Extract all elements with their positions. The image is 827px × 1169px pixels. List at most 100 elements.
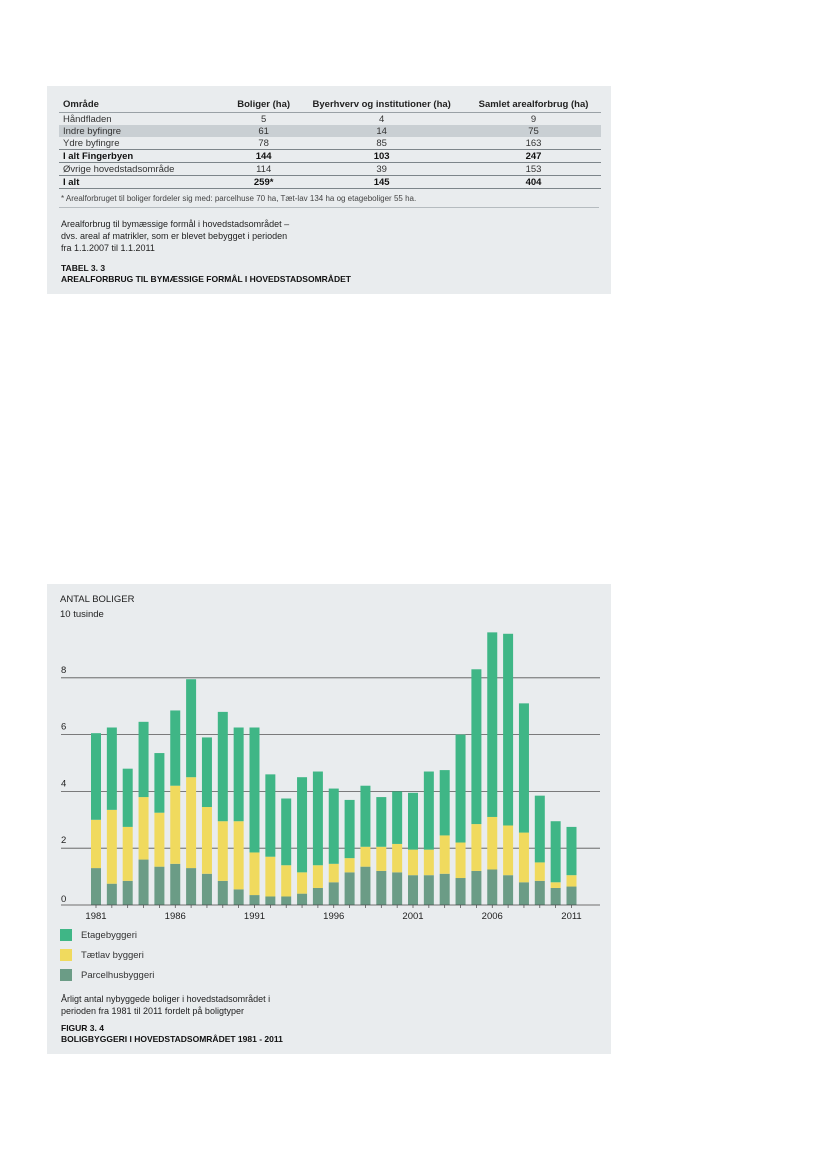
bar-segment bbox=[550, 821, 561, 883]
bar-segment bbox=[186, 679, 197, 778]
table-row: I alt 259* 145 404 bbox=[59, 175, 601, 189]
bar-segment bbox=[122, 826, 133, 881]
divider bbox=[59, 207, 599, 208]
legend-label: Parcelhusbyggeri bbox=[81, 969, 155, 981]
bar-chart: 0 2 4 6 8 1981 1986 1991 1996 2001 2006 2011 bbox=[61, 632, 600, 922]
bar-segment bbox=[312, 865, 323, 888]
bar-segment bbox=[423, 771, 434, 850]
bar-segment bbox=[328, 882, 339, 905]
bar-segment bbox=[297, 777, 308, 873]
bar-segment bbox=[376, 846, 387, 871]
y-tick-label: 4 bbox=[61, 778, 66, 789]
table-row: I alt Fingerbyen 144 103 247 bbox=[59, 149, 601, 163]
bar-segment bbox=[392, 791, 403, 844]
bar-segment bbox=[518, 882, 529, 905]
bar-segment bbox=[122, 768, 133, 827]
bar-segment bbox=[106, 727, 117, 810]
table-number: TABEL 3. 3 bbox=[61, 263, 106, 273]
bar-segment bbox=[392, 843, 403, 873]
table-cell: 5 bbox=[261, 113, 267, 125]
bar-segment bbox=[217, 711, 228, 822]
bar-segment bbox=[503, 875, 514, 905]
bar-segment bbox=[376, 870, 387, 905]
table-caption-line: dvs. areal af matrikler, som er blevet b… bbox=[61, 231, 288, 241]
bar-segment bbox=[265, 774, 276, 857]
table-cell: 247 bbox=[466, 149, 601, 163]
table-row: Indre byfingre 61 14 75 bbox=[59, 125, 601, 137]
table-cell: 145 bbox=[297, 175, 467, 189]
x-tick-label: 1981 bbox=[85, 911, 106, 922]
bar-segment bbox=[471, 870, 482, 905]
legend-item-taetlav: Tætlav byggeri bbox=[60, 948, 144, 962]
table-cell: 103 bbox=[297, 149, 467, 163]
y-tick-label: 2 bbox=[61, 835, 66, 846]
bar-segment bbox=[423, 849, 434, 876]
table-caption-line: fra 1.1.2007 til 1.1.2011 bbox=[61, 243, 155, 253]
legend-item-parcelhus: Parcelhusbyggeri bbox=[60, 968, 154, 982]
bar-segment bbox=[312, 887, 323, 905]
bar-segment bbox=[170, 710, 181, 786]
bar-segment bbox=[534, 862, 545, 881]
bar-segment bbox=[360, 866, 371, 905]
bar-segment bbox=[233, 727, 244, 822]
bar-segment bbox=[281, 896, 292, 905]
bar-segment bbox=[392, 872, 403, 905]
bar-segment bbox=[503, 633, 514, 826]
table-panel: Område Boliger (ha) Byerhverv og institu… bbox=[47, 86, 611, 294]
table-cell: 14 bbox=[297, 125, 467, 137]
bar-segment bbox=[344, 858, 355, 873]
bar-segment bbox=[201, 873, 212, 905]
bar-segment bbox=[265, 896, 276, 905]
x-tick-label: 2006 bbox=[482, 911, 503, 922]
table-cell: 85 bbox=[376, 137, 387, 149]
table-cell: 61 bbox=[230, 125, 298, 137]
table-cell: 259* bbox=[230, 175, 298, 189]
y-tick-label: 6 bbox=[61, 722, 66, 733]
bar-segment bbox=[233, 821, 244, 890]
table-cell: 163 bbox=[525, 137, 542, 149]
x-tick-label: 1996 bbox=[323, 911, 344, 922]
bar-segment bbox=[138, 797, 149, 860]
bar-segment bbox=[376, 797, 387, 847]
bar-segment bbox=[455, 734, 466, 843]
legend-item-etagebyggeri: Etagebyggeri bbox=[60, 928, 137, 942]
bar-segment bbox=[518, 832, 529, 883]
figure-title: BOLIGBYGGERI I HOVEDSTADSOMRÅDET 1981 - … bbox=[61, 1034, 283, 1044]
figure-caption: Årligt antal nybyggede boliger i hovedst… bbox=[61, 993, 361, 1017]
bar-segment bbox=[170, 785, 181, 864]
bar-segment bbox=[138, 859, 149, 905]
table-caption-line: Arealforbrug til bymæssige formål i hove… bbox=[61, 219, 290, 229]
bar-segment bbox=[217, 880, 228, 905]
x-tick-label: 2001 bbox=[402, 911, 423, 922]
bar-segment bbox=[550, 887, 561, 905]
bar-segment bbox=[534, 880, 545, 905]
bar-segment bbox=[217, 821, 228, 881]
table-cell: I alt bbox=[59, 175, 230, 189]
figure-label: FIGUR 3. 4 BOLIGBYGGERI I HOVEDSTADSOMRÅ… bbox=[61, 1023, 283, 1045]
bar-segment bbox=[408, 849, 418, 876]
table-cell: 114 bbox=[256, 163, 272, 175]
bar-segment bbox=[439, 770, 450, 836]
bar-segment bbox=[328, 863, 339, 883]
bar-segment bbox=[138, 721, 149, 798]
bar-segment bbox=[328, 788, 339, 864]
bar-segment bbox=[439, 873, 450, 905]
legend-label: Etagebyggeri bbox=[81, 929, 137, 941]
table-cell: 4 bbox=[379, 113, 385, 125]
header-omraade: Område bbox=[59, 97, 230, 113]
header-boliger: Boliger (ha) bbox=[230, 97, 298, 113]
table-footnote: * Arealforbruget til boliger fordeler si… bbox=[61, 194, 417, 203]
bar-segment bbox=[360, 785, 371, 847]
table-row: Ydre byfingre 78 85 163 bbox=[59, 137, 601, 150]
bar-segment bbox=[471, 824, 482, 871]
bar-segment bbox=[233, 889, 244, 905]
table-cell: Ydre byfingre bbox=[63, 137, 120, 149]
bar-segment bbox=[106, 809, 117, 884]
bar-segment bbox=[471, 669, 482, 825]
bar-segment bbox=[344, 799, 355, 859]
bar-segment bbox=[566, 826, 577, 876]
x-tick-label: 2011 bbox=[561, 911, 581, 922]
table-cell: I alt Fingerbyen bbox=[59, 149, 230, 163]
table-caption: Arealforbrug til bymæssige formål i hove… bbox=[61, 218, 361, 254]
bar-segment bbox=[201, 737, 212, 808]
